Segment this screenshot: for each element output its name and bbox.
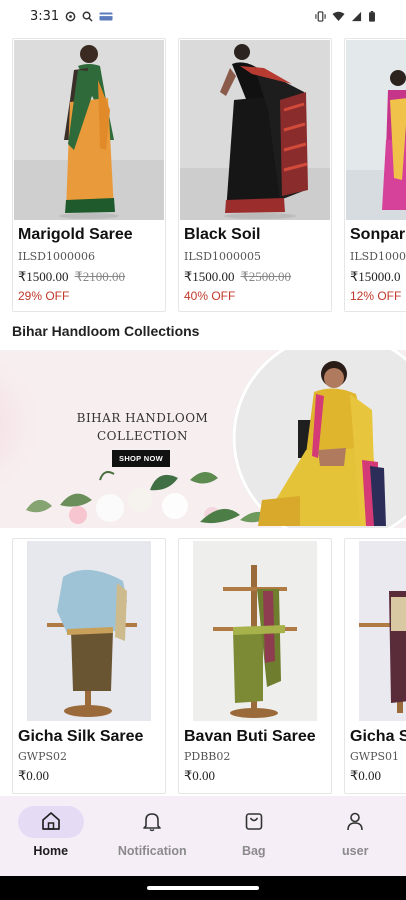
product-name[interactable]: Gicha Si [350, 728, 406, 746]
product-discount: 29% OFF [18, 289, 70, 303]
search-icon [82, 11, 93, 22]
bell-icon [143, 813, 162, 832]
product-image[interactable] [27, 541, 151, 721]
nav-item-user[interactable]: user [305, 796, 406, 876]
featured-products-row[interactable]: Marigold Saree ILSD1000006 ₹1500.00 ₹2100… [0, 38, 406, 314]
product-image[interactable] [346, 40, 406, 220]
product-price: ₹15000.0 [350, 269, 401, 284]
home-gesture-bar[interactable] [147, 886, 259, 890]
product-price-line: ₹1500.00 ₹2100.00 [18, 269, 125, 285]
product-image[interactable] [180, 40, 330, 220]
product-price-line: ₹15000.0 [350, 269, 401, 285]
product-price: ₹1500.00 [18, 269, 69, 284]
status-left: 3:31 [30, 9, 113, 24]
product-sku: ILSD1000005 [184, 250, 261, 263]
banner-title: BIHAR HANDLOOM COLLECTION [60, 409, 225, 445]
settings-icon [65, 11, 76, 21]
product-card[interactable]: Marigold Saree ILSD1000006 ₹1500.00 ₹2100… [12, 38, 166, 312]
product-name[interactable]: Marigold Saree [18, 226, 133, 244]
product-image[interactable] [193, 541, 317, 721]
product-price: ₹0.00 [18, 768, 50, 783]
product-name[interactable]: Gicha Silk Saree [18, 728, 143, 746]
card-icon [99, 12, 113, 20]
signal-icon [351, 11, 362, 21]
user-icon [347, 812, 364, 831]
nav-item-home[interactable]: Home [0, 796, 102, 876]
nav-label-notification: Notification [117, 844, 187, 858]
collection-products-row[interactable]: Gicha Silk Saree GWPS02 ₹0.00 Bavan Buti… [0, 538, 406, 796]
product-discount: 12% OFF [350, 289, 402, 303]
status-bar: 3:31 [0, 0, 406, 32]
status-right [315, 10, 376, 22]
product-mrp: ₹2500.00 [240, 269, 292, 284]
bag-icon [245, 813, 263, 830]
product-mrp: ₹2100.00 [74, 269, 126, 284]
product-card[interactable]: Sonpar ILSD1000 ₹15000.0 12% OFF [344, 38, 406, 312]
product-name[interactable]: Bavan Buti Saree [184, 728, 316, 746]
bottom-navigation: Home Notification Bag user [0, 796, 406, 876]
battery-icon [369, 10, 375, 22]
product-price: ₹1500.00 [184, 269, 235, 284]
product-name[interactable]: Sonpar [350, 226, 405, 244]
product-card[interactable]: Gicha Si GWPS01 ₹0.00 [344, 538, 406, 794]
nav-label-user: user [342, 844, 369, 858]
product-sku: GWPS02 [18, 750, 68, 763]
home-icon [41, 812, 60, 830]
product-sku: ILSD1000006 [18, 250, 95, 263]
collection-banner[interactable]: BIHAR HANDLOOM COLLECTION SHOP NOW [0, 350, 406, 528]
product-price: ₹0.00 [350, 768, 382, 783]
status-time: 3:31 [30, 8, 60, 24]
product-card[interactable]: Gicha Silk Saree GWPS02 ₹0.00 [12, 538, 166, 794]
section-title: Bihar Handloom Collections [12, 323, 200, 339]
product-name[interactable]: Black Soil [184, 226, 260, 244]
product-card[interactable]: Black Soil ILSD1000005 ₹1500.00 ₹2500.00 … [178, 38, 332, 312]
product-price: ₹0.00 [184, 768, 216, 783]
product-discount: 40% OFF [184, 289, 236, 303]
nav-item-notification[interactable]: Notification [102, 796, 204, 876]
product-image[interactable] [359, 541, 406, 721]
product-sku: GWPS01 [350, 750, 400, 763]
product-image[interactable] [14, 40, 164, 220]
nav-label-bag: Bag [241, 844, 266, 858]
vibrate-icon [315, 10, 326, 22]
banner-title-line-1: BIHAR HANDLOOM [76, 411, 209, 425]
system-gesture-area [0, 876, 406, 900]
nav-item-bag[interactable]: Bag [203, 796, 305, 876]
shop-now-button[interactable]: SHOP NOW [112, 450, 170, 467]
product-card[interactable]: Bavan Buti Saree PDBB02 ₹0.00 [178, 538, 332, 794]
wifi-icon [332, 11, 345, 21]
product-price-line: ₹1500.00 ₹2500.00 [184, 269, 291, 285]
product-sku: PDBB02 [184, 750, 231, 763]
banner-title-line-2: COLLECTION [97, 429, 188, 443]
product-sku: ILSD1000 [350, 250, 406, 263]
nav-label-home: Home [33, 844, 69, 858]
